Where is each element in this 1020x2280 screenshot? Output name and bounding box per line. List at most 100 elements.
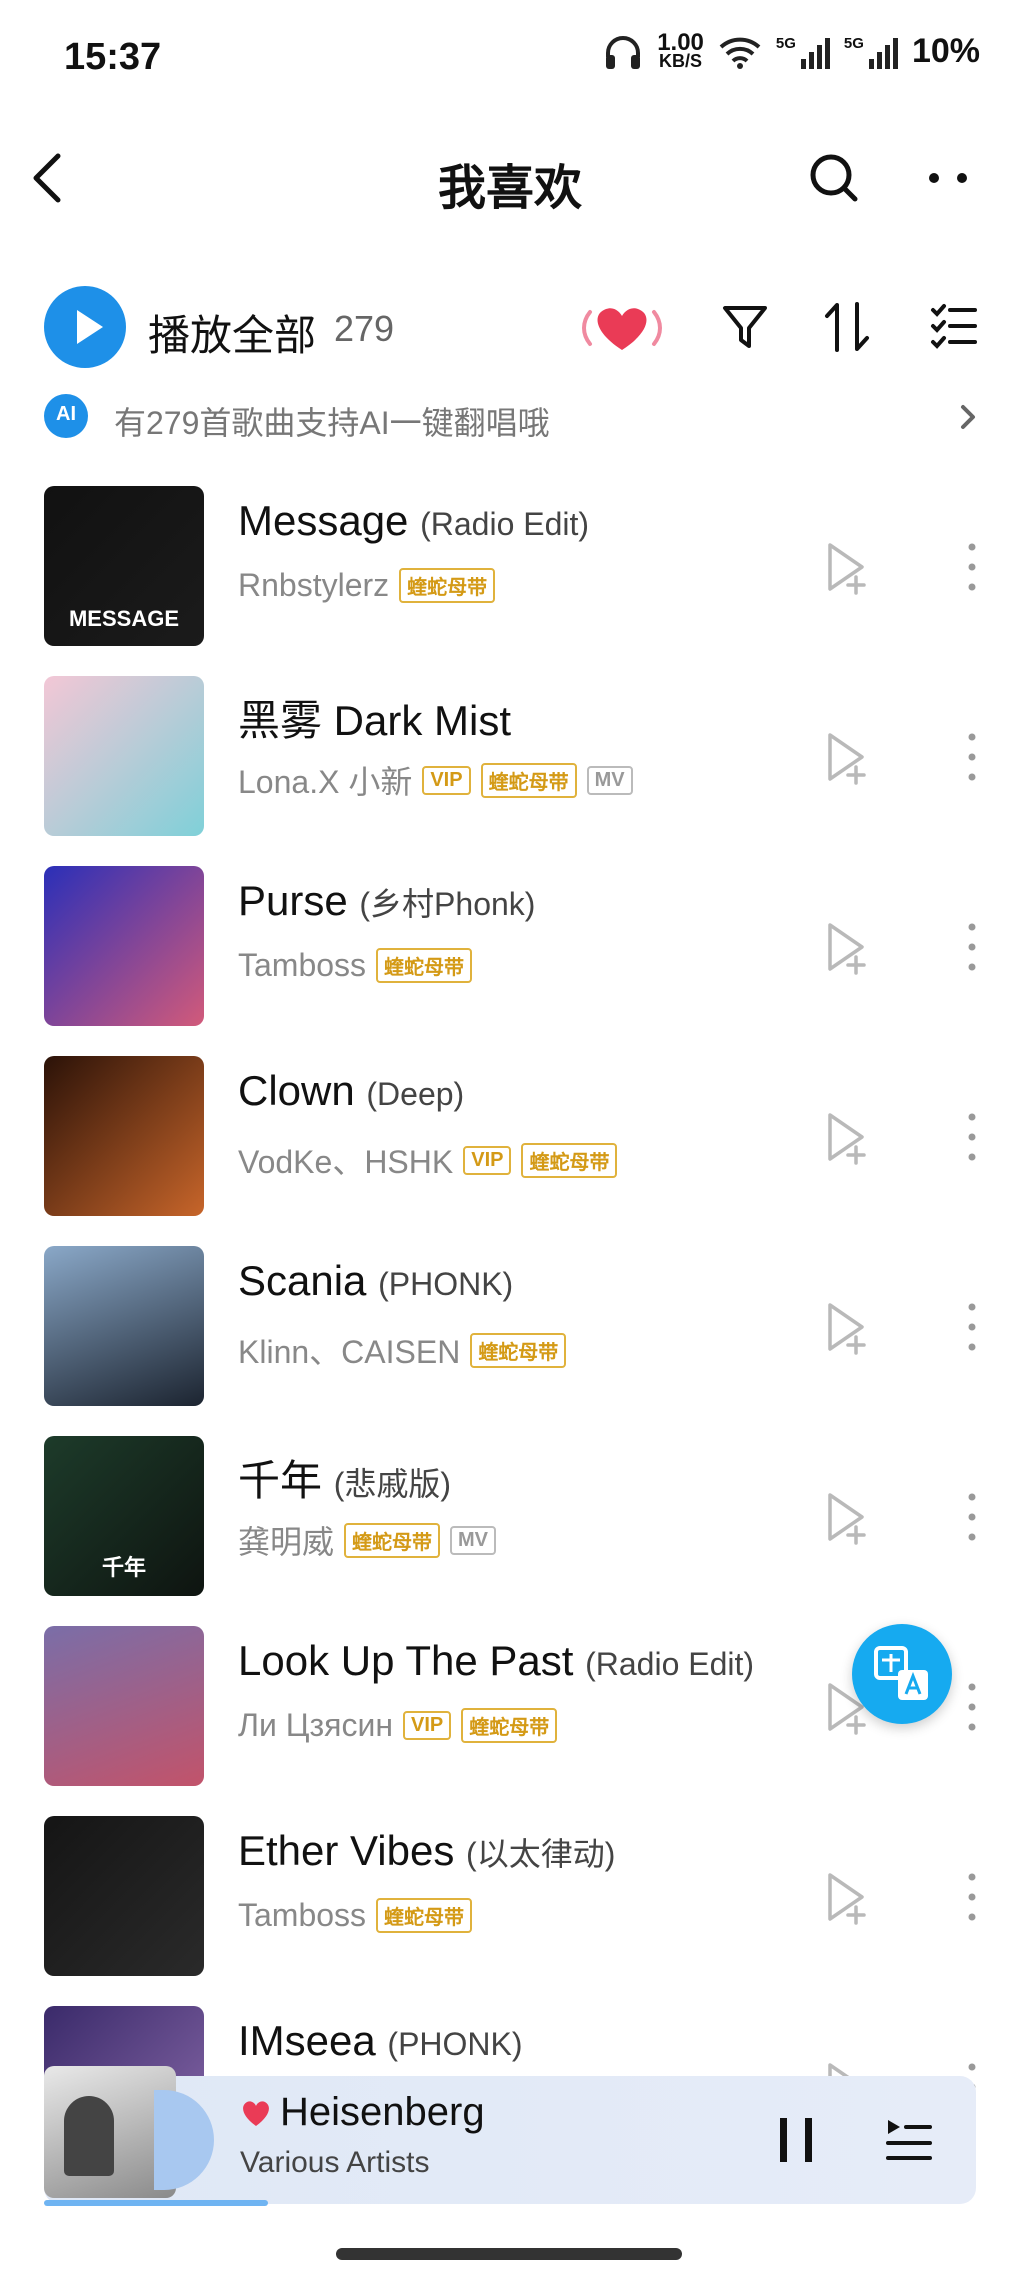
sort-icon[interactable] [822, 300, 872, 354]
song-row[interactable]: Clown (Deep) VodKe、HSHK VIP 蝰蛇母带 [0, 1041, 1020, 1231]
song-meta: Lona.X 小新 VIP 蝰蛇母带 MV [238, 757, 633, 803]
song-row[interactable]: 千年 千年 (悲戚版) 龚明威 蝰蛇母带 MV [0, 1421, 1020, 1611]
song-title: 千年 (悲戚版) [238, 1447, 451, 1508]
song-more-icon[interactable] [942, 1867, 1002, 1927]
chevron-right-icon [961, 405, 975, 429]
song-more-icon[interactable] [942, 1297, 1002, 1357]
song-version: (Radio Edit) [420, 506, 590, 542]
song-title-text: Message [238, 497, 409, 544]
song-more-icon[interactable] [942, 537, 1002, 597]
playback-progress [44, 2200, 268, 2206]
song-row[interactable]: Purse (乡村Phonk) Tamboss 蝰蛇母带 [0, 851, 1020, 1041]
song-artist[interactable]: Tamboss [238, 947, 366, 984]
play-next-icon[interactable] [816, 1297, 876, 1357]
translate-fab-button[interactable] [852, 1624, 952, 1724]
play-next-icon[interactable] [816, 1107, 876, 1167]
home-indicator[interactable] [336, 2248, 682, 2260]
song-row[interactable]: Ether Vibes (以太律动) Tamboss 蝰蛇母带 [0, 1801, 1020, 1991]
status-icons: 1.00 KB/S 5G 5G 10% [603, 30, 980, 71]
now-playing-title-row[interactable]: Heisenberg [240, 2090, 485, 2135]
song-more-icon[interactable] [942, 1107, 1002, 1167]
search-icon[interactable] [808, 152, 860, 204]
album-cover[interactable] [44, 1816, 204, 1976]
song-more-icon[interactable] [942, 1487, 1002, 1547]
play-next-icon[interactable] [816, 1487, 876, 1547]
page-title: 我喜欢 [437, 162, 582, 215]
vip-badge: VIP [422, 765, 471, 795]
album-cover[interactable]: MESSAGE [44, 486, 204, 646]
song-version: (乡村Phonk) [359, 886, 536, 922]
song-meta: VodKe、HSHK VIP 蝰蛇母带 [238, 1137, 618, 1183]
song-version: (PHONK) [378, 1266, 514, 1302]
song-artist[interactable]: Rnbstylerz [238, 567, 389, 604]
play-all-button[interactable] [44, 286, 126, 368]
song-row[interactable]: 黑雾 Dark Mist Lona.X 小新 VIP 蝰蛇母带 MV [0, 661, 1020, 851]
quality-badge: 蝰蛇母带 [376, 1898, 473, 1933]
play-all-label[interactable]: 播放全部 [148, 302, 316, 363]
song-version: (以太律动) [466, 1836, 616, 1872]
cover-text: 千年 [101, 1555, 146, 1580]
song-title: 黑雾 Dark Mist [238, 687, 511, 748]
play-next-icon[interactable] [816, 1867, 876, 1927]
album-cover[interactable] [44, 866, 204, 1026]
quality-badge: 蝰蛇母带 [461, 1708, 558, 1743]
song-title: Look Up The Past (Radio Edit) [238, 1637, 754, 1685]
cover-text: MESSAGE [68, 606, 180, 631]
pause-icon[interactable] [776, 2116, 816, 2164]
song-artist[interactable]: 龚明威 [238, 1517, 334, 1563]
song-meta: Ли Цзясин VIP 蝰蛇母带 [238, 1707, 558, 1744]
album-cover[interactable] [44, 1056, 204, 1216]
more-dots-icon[interactable] [926, 170, 972, 186]
song-artist[interactable]: Tamboss [238, 1897, 366, 1934]
now-playing-title: Heisenberg [280, 2090, 485, 2134]
song-meta: Tamboss 蝰蛇母带 [238, 947, 473, 984]
song-count: 279 [334, 308, 395, 349]
ai-badge-icon: AI [44, 394, 88, 438]
signal-1-icon: 5G [776, 35, 830, 69]
translate-icon [874, 1646, 928, 1700]
status-bar: 15:37 1.00 KB/S 5G 5G 10% [0, 0, 1020, 120]
song-title-text: 黑雾 Dark Mist [238, 697, 512, 744]
song-meta: Tamboss 蝰蛇母带 [238, 1897, 473, 1934]
song-row[interactable]: Scania (PHONK) Klinn、CAISEN 蝰蛇母带 [0, 1231, 1020, 1421]
song-artist[interactable]: Lona.X 小新 [238, 757, 412, 803]
song-title: Scania (PHONK) [238, 1257, 513, 1305]
wifi-icon [719, 37, 761, 69]
song-artist[interactable]: VodKe、HSHK [238, 1137, 453, 1183]
play-next-icon[interactable] [816, 727, 876, 787]
song-more-icon[interactable] [942, 917, 1002, 977]
liked-heart-icon[interactable] [240, 2098, 272, 2128]
song-meta: 龚明威 蝰蛇母带 MV [238, 1517, 497, 1563]
song-artist[interactable]: Ли Цзясин [238, 1707, 393, 1744]
song-title-text: Scania [238, 1257, 367, 1304]
song-title: Message (Radio Edit) [238, 497, 589, 545]
song-row[interactable]: MESSAGE Message (Radio Edit) Rnbstylerz 蝰蛇母… [0, 471, 1020, 661]
playlist-icon[interactable] [884, 2116, 934, 2164]
album-cover[interactable] [44, 1626, 204, 1786]
ai-cover-banner[interactable]: AI 有279首歌曲支持AI一键翻唱哦 [44, 392, 984, 441]
mv-badge[interactable]: MV [450, 1525, 497, 1555]
heart-radio-icon[interactable] [574, 300, 670, 356]
play-next-icon[interactable] [816, 917, 876, 977]
song-title: Purse (乡村Phonk) [238, 877, 535, 925]
quality-badge: 蝰蛇母带 [480, 762, 577, 798]
quality-badge: 蝰蛇母带 [344, 1522, 441, 1558]
play-next-icon[interactable] [816, 537, 876, 597]
song-title-text: Look Up The Past [238, 1637, 574, 1684]
song-title-text: 千年 [238, 1457, 323, 1504]
battery-level: 10% [911, 32, 980, 70]
song-title-text: Ether Vibes [238, 1827, 455, 1874]
song-meta: Klinn、CAISEN 蝰蛇母带 [238, 1327, 567, 1373]
vip-badge: VIP [402, 1711, 452, 1740]
album-cover[interactable] [44, 676, 204, 836]
multi-select-icon[interactable] [930, 302, 978, 350]
ai-banner-text: 有279首歌曲支持AI一键翻唱哦 [114, 405, 550, 441]
song-version: (悲戚版) [333, 1466, 452, 1502]
status-time: 15:37 [64, 36, 162, 78]
mv-badge[interactable]: MV [586, 765, 633, 795]
album-cover[interactable]: 千年 [44, 1436, 204, 1596]
song-artist[interactable]: Klinn、CAISEN [238, 1327, 460, 1373]
filter-icon[interactable] [720, 302, 770, 352]
song-more-icon[interactable] [942, 727, 1002, 787]
album-cover[interactable] [44, 1246, 204, 1406]
